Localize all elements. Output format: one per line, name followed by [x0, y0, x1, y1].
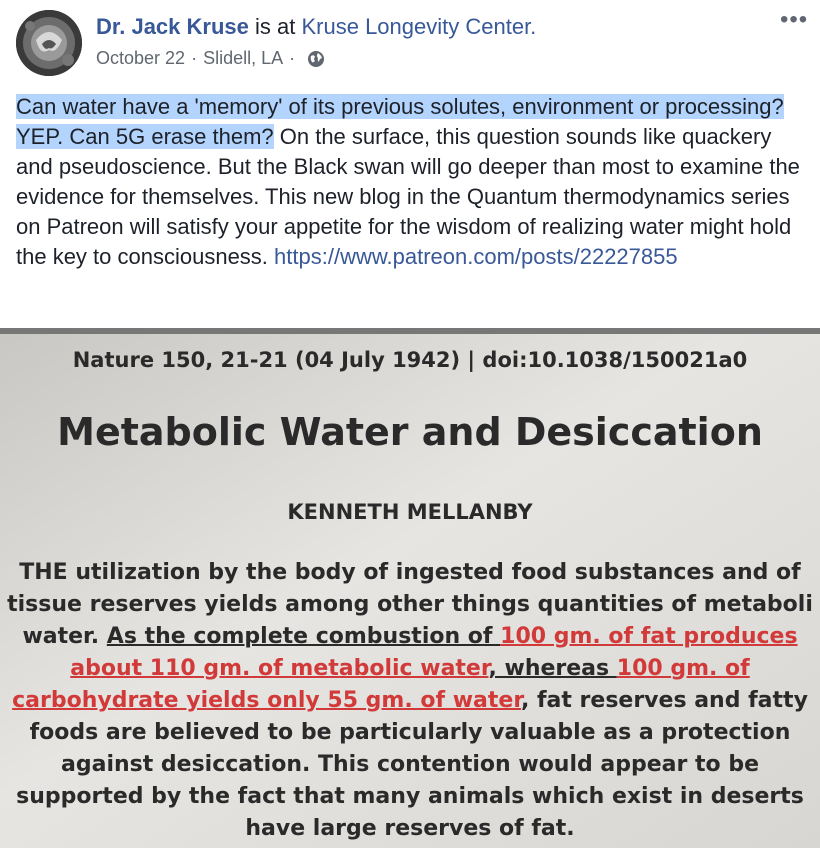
paragraph-line: have large reserves of fat. — [0, 816, 820, 841]
paragraph-line: about 110 gm. of metabolic water, wherea… — [0, 656, 820, 681]
post-meta: October 22 · Slidell, LA · — [96, 48, 325, 69]
paragraph-line: carbohydrate yields only 55 gm. of water… — [0, 688, 820, 713]
highlighted-passage: 100 gm. of — [616, 656, 750, 681]
line-segment: have large reserves of fat. — [245, 816, 575, 841]
line-segment: against desiccation. This contention wou… — [61, 752, 759, 777]
paragraph-line: water. As the complete combustion of 100… — [0, 624, 820, 649]
paragraph-line: supported by the fact that many animals … — [0, 784, 820, 809]
paragraph-line: foods are believed to be particularly va… — [0, 720, 820, 745]
more-options-button[interactable]: ••• — [780, 8, 808, 32]
article-author: KENNETH MELLANBY — [287, 500, 533, 524]
line-segment: , fat reserves and fatty — [520, 688, 808, 713]
line-segment: As the complete combustion of — [106, 624, 501, 649]
avatar-image — [16, 10, 82, 76]
separator: · — [289, 48, 296, 68]
post-header: Dr. Jack Kruse is at Kruse Longevity Cen… — [96, 14, 536, 40]
paragraph-line: tissue reserves yields among other thing… — [0, 592, 820, 617]
is-at-text: is at — [255, 14, 296, 39]
line-segment: water. — [22, 624, 107, 649]
citation: Nature 150, 21-21 (04 July 1942) | doi:1… — [72, 348, 748, 372]
author-link[interactable]: Dr. Jack Kruse — [96, 14, 249, 39]
highlighted-passage: about 110 gm. of metabolic water — [70, 656, 489, 681]
post-date[interactable]: October 22 — [96, 48, 185, 69]
patreon-link[interactable]: https://www.patreon.com/posts/22227855 — [274, 244, 678, 269]
line-segment: foods are believed to be particularly va… — [29, 720, 791, 745]
separator: · — [191, 48, 198, 68]
globe-icon[interactable] — [307, 50, 325, 68]
paragraph-line: THE utilization by the body of ingested … — [0, 560, 820, 585]
post-city[interactable]: Slidell, LA — [203, 48, 283, 69]
location-link[interactable]: Kruse Longevity Center. — [301, 14, 536, 39]
article-title: Metabolic Water and Desiccation — [57, 410, 763, 454]
avatar[interactable] — [16, 10, 82, 76]
line-segment: , whereas — [488, 656, 617, 681]
line-segment: supported by the fact that many animals … — [16, 784, 804, 809]
line-segment: THE utilization by the body of ingested … — [19, 560, 801, 585]
paragraph-line: against desiccation. This contention wou… — [0, 752, 820, 777]
post-text: Can water have a 'memory' of its previou… — [16, 92, 811, 272]
line-segment: tissue reserves yields among other thing… — [7, 592, 813, 617]
highlighted-passage: 100 gm. of fat produces — [500, 624, 798, 649]
highlighted-passage: carbohydrate yields only 55 gm. of water — [12, 688, 521, 713]
post-photo[interactable]: Nature 150, 21-21 (04 July 1942) | doi:1… — [0, 328, 820, 848]
